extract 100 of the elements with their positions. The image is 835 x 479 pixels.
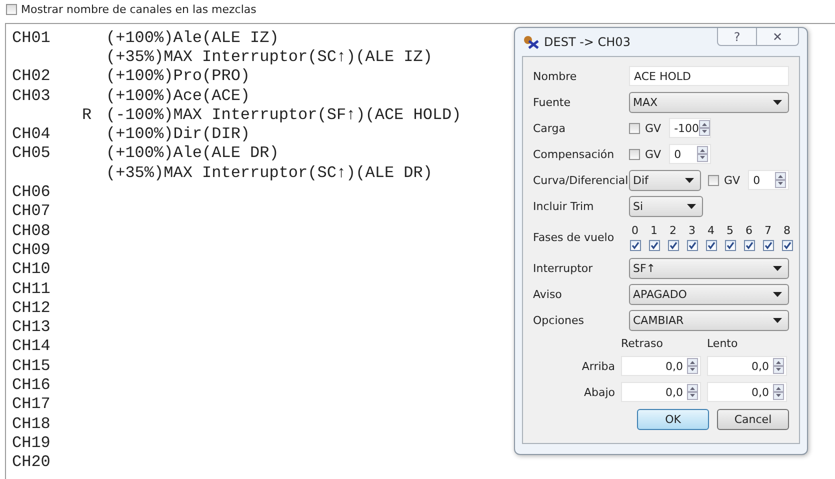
column-header: Lento (707, 337, 739, 350)
phase-number: 8 (784, 224, 790, 236)
channel-name: CH12 (12, 298, 52, 317)
checkbox[interactable] (724, 240, 736, 250)
phase-number: 2 (670, 224, 676, 236)
spin-field[interactable]: 0,0 (707, 382, 787, 402)
checkbox[interactable] (630, 240, 640, 250)
dropdown[interactable]: Dif (629, 170, 702, 190)
channel-name: CH06 (12, 183, 52, 202)
channel-name: CH11 (12, 280, 52, 298)
dropdown[interactable]: CAMBIAR (629, 310, 789, 330)
phase-number: 7 (764, 224, 772, 236)
channel-name: CH19 (12, 434, 52, 452)
spin-arrows-icon[interactable] (775, 172, 786, 188)
phase-number: 3 (688, 224, 696, 236)
checkbox[interactable] (648, 240, 660, 250)
dropdown[interactable]: Si (629, 196, 703, 216)
row-label: Abajo (582, 386, 616, 398)
channel-name: CH20 (12, 453, 52, 472)
checkbox[interactable] (629, 148, 640, 160)
channel-name: CH10 (12, 260, 52, 278)
phase-number: 6 (746, 224, 752, 236)
channel-name: CH04 (12, 125, 50, 144)
spin-field[interactable]: 0,0 (707, 356, 787, 376)
caret-icon (773, 100, 782, 104)
close-button[interactable]: ✕ (757, 28, 799, 46)
field-label: Aviso (533, 288, 563, 300)
field-label: Curva/Diferencial (533, 174, 629, 186)
spin-field[interactable]: 0,0 (621, 356, 701, 376)
column-header: Retraso (621, 337, 664, 350)
spin-arrows-icon[interactable] (697, 146, 708, 162)
name-field[interactable]: ACE HOLD (629, 66, 789, 86)
dropdown[interactable]: MAX (629, 92, 789, 112)
spin-arrows-icon[interactable] (687, 358, 698, 374)
gv-label: GV (724, 174, 740, 186)
field-label: Nombre (533, 70, 578, 82)
dropdown[interactable]: SF↑ (629, 258, 789, 278)
channel-name: CH15 (12, 356, 52, 375)
spin-field[interactable]: -100 (669, 118, 712, 138)
checkbox[interactable] (708, 174, 720, 186)
channel-name: CH02 (12, 67, 50, 86)
mix-line[interactable]: (+100%)Pro(PRO) (106, 67, 250, 86)
caret-icon (773, 266, 782, 270)
channel-name: CH13 (12, 318, 52, 336)
field-label: Fuente (533, 96, 572, 108)
channel-name: CH14 (12, 337, 52, 356)
gv-label: GV (645, 122, 662, 134)
dialog-button[interactable]: Cancel (717, 409, 789, 430)
spin-arrows-icon[interactable] (773, 384, 784, 400)
phase-number: 4 (708, 224, 714, 236)
phase-number: 0 (632, 224, 638, 236)
caret-icon (685, 178, 694, 182)
checkbox-label: Mostrar nombre de canales en las mezclas (21, 2, 256, 16)
channel-name: CH05 (12, 144, 50, 162)
row-label: Arriba (580, 360, 616, 372)
window-title: DEST -> CH03 (544, 35, 630, 49)
spin-field[interactable]: 0 (669, 144, 712, 164)
spin-arrows-icon[interactable] (773, 358, 784, 374)
checkbox[interactable] (782, 240, 792, 250)
checkbox[interactable] (706, 240, 716, 250)
channel-name: CH16 (12, 376, 52, 394)
phase-number: 5 (726, 224, 734, 236)
spin-arrows-icon[interactable] (687, 384, 698, 400)
checkbox[interactable] (744, 240, 754, 250)
mix-line[interactable]: (+100%)Ale(ALE DR) (106, 144, 279, 162)
checkbox[interactable] (668, 240, 678, 250)
help-button[interactable]: ? (717, 28, 757, 46)
app-icon (523, 35, 539, 49)
channel-name: CH01 (12, 28, 50, 47)
channel-name: CH03 (12, 86, 50, 105)
mix-line[interactable]: (+35%)MAX Interruptor(SC↑)(ALE IZ) (106, 48, 432, 66)
field-label: Fases de vuelo (533, 230, 616, 244)
checkbox[interactable] (762, 240, 774, 250)
channel-name: CH07 (12, 202, 52, 220)
mix-mode: R (82, 106, 92, 124)
mix-line[interactable]: (+35%)MAX Interruptor(SC↑)(ALE DR) (106, 164, 432, 182)
field-label: Opciones (533, 314, 585, 326)
checkbox[interactable] (629, 122, 640, 134)
checkbox[interactable] (6, 4, 17, 14)
mix-line[interactable]: (-100%)MAX Interruptor(SF↑)(ACE HOLD) (106, 106, 462, 124)
channel-name: CH09 (12, 240, 52, 259)
channel-name: CH17 (12, 395, 52, 414)
dropdown[interactable]: APAGADO (629, 284, 789, 304)
field-label: Compensación (533, 148, 616, 160)
spin-arrows-icon[interactable] (699, 120, 710, 136)
mix-line[interactable]: (+100%)Ale(ALE IZ) (106, 28, 279, 47)
checkbox[interactable] (686, 240, 698, 250)
field-label: Carga (533, 122, 566, 134)
field-label: Interruptor (533, 262, 594, 274)
mix-line[interactable]: (+100%)Ace(ACE) (106, 86, 250, 105)
mix-line[interactable]: (+100%)Dir(DIR) (106, 125, 250, 144)
dialog-button[interactable]: OK (637, 409, 709, 430)
spin-field[interactable]: 0,0 (621, 382, 701, 402)
caret-icon (773, 292, 782, 296)
phase-number: 1 (650, 224, 658, 236)
spin-field[interactable]: 0 (748, 170, 789, 190)
channel-name: CH18 (12, 414, 52, 433)
field-label: Incluir Trim (533, 200, 595, 212)
caret-icon (687, 204, 696, 208)
gv-label: GV (645, 148, 662, 160)
